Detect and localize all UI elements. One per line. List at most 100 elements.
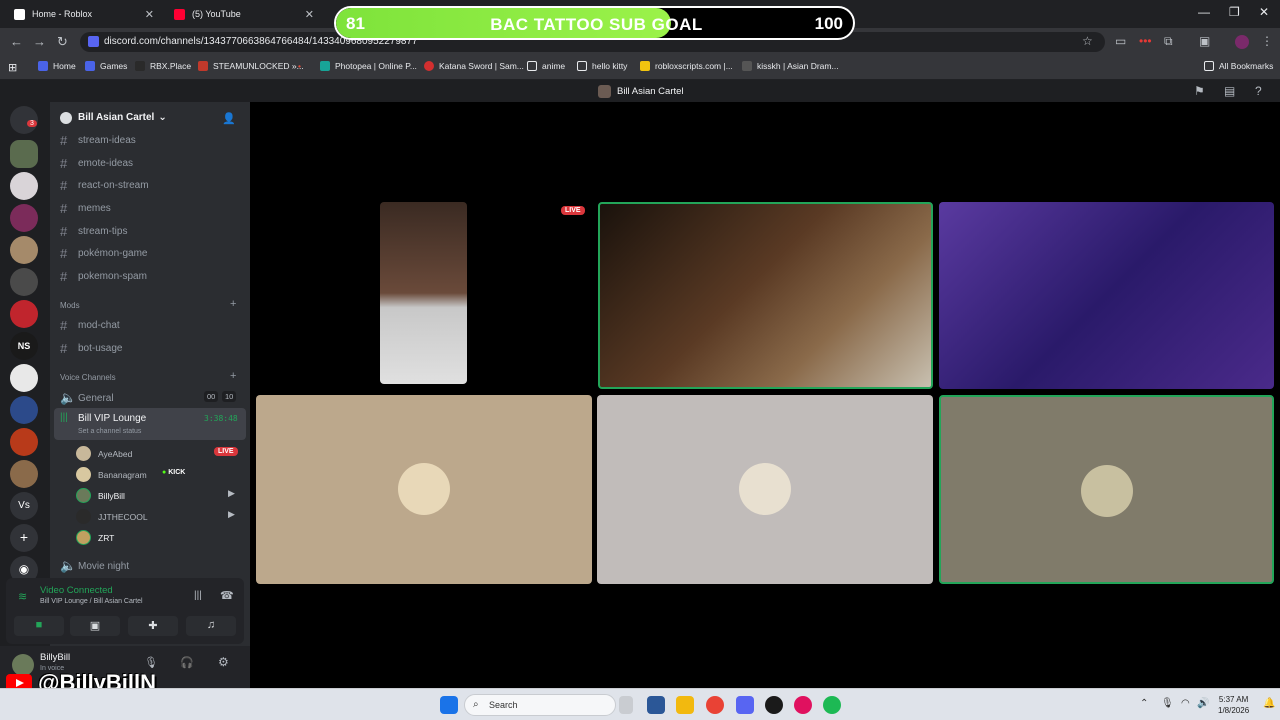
extension-icon[interactable]: ••• bbox=[1139, 34, 1152, 48]
server-icon[interactable] bbox=[10, 428, 38, 456]
voice-channel-vip-lounge[interactable]: ||| Bill VIP Lounge 3:38:48 Set a channe… bbox=[54, 408, 246, 440]
restore-icon[interactable]: ❐ bbox=[1229, 5, 1240, 19]
notification-icon[interactable]: 🔔 bbox=[1263, 698, 1275, 709]
channel-emote-ideas[interactable]: # emote-ideas bbox=[60, 156, 133, 171]
screen-share-button[interactable]: ▣ bbox=[70, 616, 120, 636]
camera-button[interactable]: ■ bbox=[14, 616, 64, 636]
wifi-icon[interactable]: ◠ bbox=[1181, 698, 1190, 709]
voice-channel-general[interactable]: 🔈 General bbox=[60, 390, 114, 406]
bookmark-katana[interactable]: Katana Sword | Sam... bbox=[424, 61, 524, 71]
bookmark-steamunlocked[interactable]: STEAMUNLOCKED »... bbox=[198, 61, 304, 71]
server-header[interactable]: Bill Asian Cartel ⌄ bbox=[50, 102, 250, 134]
chevron-up-icon[interactable]: ⌃ bbox=[1140, 698, 1148, 709]
channel-bot-usage[interactable]: # bot-usage bbox=[60, 341, 122, 356]
forward-icon[interactable]: → bbox=[33, 34, 46, 49]
channel-stream-tips[interactable]: # stream-tips bbox=[60, 224, 127, 239]
activities-button[interactable]: ✚ bbox=[128, 616, 178, 636]
voice-user-jjthecool[interactable]: JJTHECOOL bbox=[76, 509, 148, 524]
add-user-icon[interactable]: 👤 bbox=[222, 112, 236, 125]
settings-icon[interactable]: ⚙ bbox=[218, 655, 229, 669]
opera-icon[interactable] bbox=[794, 696, 812, 714]
bookmark-rbxplace[interactable]: RBX.Place bbox=[135, 61, 191, 71]
reload-icon[interactable]: ↻ bbox=[57, 34, 68, 50]
close-window-icon[interactable]: ✕ bbox=[1259, 5, 1269, 19]
channel-react-on-stream[interactable]: # react-on-stream bbox=[60, 178, 149, 193]
tab-roblox[interactable]: Home - Roblox ✕ bbox=[4, 2, 164, 26]
connection-channel[interactable]: Bill VIP Lounge / Bill Asian Cartel bbox=[40, 598, 143, 605]
video-tile-bananagram[interactable] bbox=[597, 395, 933, 584]
volume-icon[interactable]: 🔊 bbox=[1197, 698, 1209, 709]
server-icon[interactable] bbox=[10, 204, 38, 232]
extension-icon[interactable]: ▭ bbox=[1115, 34, 1126, 48]
category-mods[interactable]: Mods bbox=[60, 301, 80, 310]
sidepanel-icon[interactable]: ▣ bbox=[1199, 34, 1210, 48]
server-icon[interactable] bbox=[10, 460, 38, 488]
voice-user-bananagram[interactable]: Bananagram bbox=[76, 467, 147, 482]
bookmark-home[interactable]: Home bbox=[38, 61, 76, 71]
menu-icon[interactable]: ⋮ bbox=[1261, 34, 1273, 48]
close-icon[interactable]: ✕ bbox=[305, 8, 314, 21]
voice-user-billybill[interactable]: BillyBill bbox=[76, 488, 125, 503]
bookmark-games[interactable]: Games bbox=[85, 61, 127, 71]
voice-channel-movie-night[interactable]: 🔈 Movie night bbox=[60, 558, 129, 574]
back-icon[interactable]: ← bbox=[10, 34, 23, 49]
video-tile-zrt[interactable] bbox=[939, 395, 1274, 584]
apps-icon[interactable]: ⊞ bbox=[8, 61, 17, 74]
task-view-icon[interactable] bbox=[619, 696, 633, 714]
microphone-icon[interactable]: 🎙 bbox=[144, 656, 158, 669]
video-tile-ayeabed-avatar[interactable] bbox=[256, 395, 592, 584]
stream-tile-ayeabed[interactable] bbox=[380, 202, 467, 384]
channel-pokemon-game[interactable]: # pokémon-game bbox=[60, 246, 147, 261]
video-tile-billybill[interactable] bbox=[598, 202, 933, 389]
video-tile-jjthecool[interactable] bbox=[939, 202, 1274, 389]
channel-stream-ideas[interactable]: # stream-ideas bbox=[60, 133, 136, 148]
server-icon[interactable] bbox=[10, 268, 38, 296]
bookmark-kisskh[interactable]: kisskh | Asian Dram... bbox=[742, 61, 839, 71]
voice-user-ayeabed[interactable]: AyeAbed bbox=[76, 446, 132, 461]
category-voice[interactable]: Voice Channels bbox=[60, 373, 116, 382]
server-icon[interactable] bbox=[10, 172, 38, 200]
chrome-icon[interactable] bbox=[706, 696, 724, 714]
add-channel-icon[interactable]: + bbox=[230, 370, 236, 382]
headphones-icon[interactable]: 🎧 bbox=[180, 656, 194, 669]
file-explorer-icon[interactable] bbox=[676, 696, 694, 714]
add-channel-icon[interactable]: + bbox=[230, 298, 236, 310]
channel-memes[interactable]: # memes bbox=[60, 201, 111, 216]
close-icon[interactable]: ✕ bbox=[145, 8, 154, 21]
server-icon[interactable] bbox=[10, 364, 38, 392]
help-icon[interactable]: ? bbox=[1255, 84, 1262, 98]
server-icon[interactable] bbox=[10, 300, 38, 328]
server-icon[interactable] bbox=[10, 396, 38, 424]
bookmark-photopea[interactable]: Photopea | Online P... bbox=[320, 61, 417, 71]
tab-youtube[interactable]: (5) YouTube ✕ bbox=[164, 2, 324, 26]
taskbar-search[interactable]: ⌕ Search bbox=[464, 694, 616, 716]
server-icon[interactable]: Vs bbox=[10, 492, 38, 520]
discord-icon[interactable] bbox=[736, 696, 754, 714]
app-icon[interactable] bbox=[647, 696, 665, 714]
bookmark-folder-anime[interactable]: anime bbox=[527, 61, 565, 71]
channel-pokemon-spam[interactable]: # pokemon-spam bbox=[60, 269, 147, 284]
server-icon[interactable] bbox=[10, 236, 38, 264]
voice-user-zrt[interactable]: ZRT bbox=[76, 530, 114, 545]
add-server-icon[interactable]: + bbox=[10, 524, 38, 552]
bookmark-robloxscripts[interactable]: robloxscripts.com |... bbox=[640, 61, 733, 71]
disconnect-icon[interactable]: ☎ bbox=[220, 589, 234, 602]
spotify-icon[interactable] bbox=[823, 696, 841, 714]
bookmark-folder-all[interactable]: All Bookmarks bbox=[1204, 61, 1273, 71]
flag-icon[interactable]: ⚑ bbox=[1194, 84, 1205, 98]
channel-mod-chat[interactable]: # mod-chat bbox=[60, 318, 120, 333]
channel-status-prompt[interactable]: Set a channel status bbox=[78, 428, 141, 435]
start-icon[interactable] bbox=[440, 696, 458, 714]
inbox-icon[interactable]: ▤ bbox=[1224, 84, 1235, 98]
soundboard-button[interactable]: ♫ bbox=[186, 616, 236, 636]
noise-suppression-icon[interactable]: ||| bbox=[194, 590, 202, 601]
clock[interactable]: 5:37 AM 1/8/2026 bbox=[1218, 694, 1249, 716]
profile-avatar[interactable] bbox=[1235, 35, 1249, 49]
bookmark-folder-hellokitty[interactable]: hello kitty bbox=[577, 61, 627, 71]
server-icon[interactable]: NS bbox=[10, 332, 38, 360]
app-icon[interactable] bbox=[765, 696, 783, 714]
puzzle-icon[interactable]: ⧉ bbox=[1164, 34, 1173, 49]
minimize-icon[interactable]: — bbox=[1198, 5, 1210, 19]
microphone-icon[interactable]: 🎙 bbox=[1161, 698, 1174, 709]
bookmark-star-icon[interactable]: ☆ bbox=[1082, 34, 1093, 48]
